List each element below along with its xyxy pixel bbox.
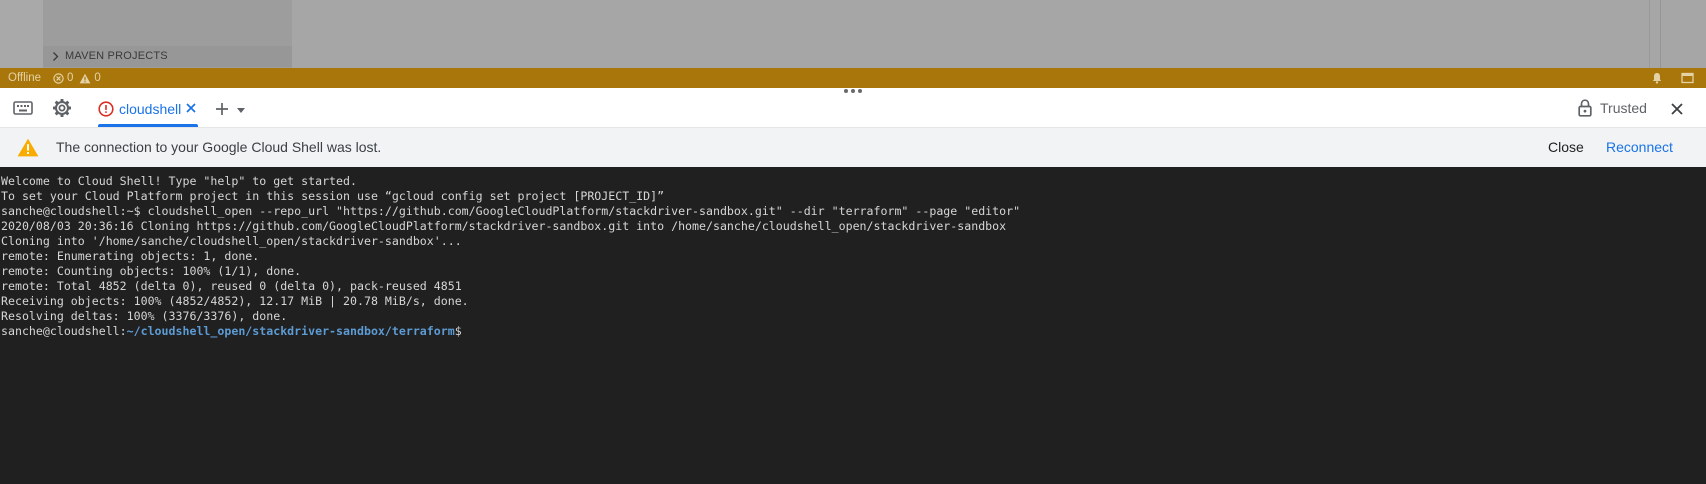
plus-icon[interactable] [215,102,229,116]
maven-projects-header[interactable]: MAVEN PROJECTS [43,46,292,67]
maven-projects-label: MAVEN PROJECTS [65,50,168,62]
chevron-down-icon[interactable] [237,108,245,113]
connection-lost-banner: The connection to your Google Cloud Shel… [0,128,1706,167]
error-icon [98,101,114,117]
panel-divider [1660,0,1661,68]
warning-icon [80,73,91,83]
terminal-line: Resolving deltas: 100% (3376/3376), done… [1,309,288,323]
chevron-right-icon [53,52,59,61]
terminal-line: Receiving objects: 100% (4852/4852), 12.… [1,294,469,308]
tab-label: cloudshell [119,101,182,117]
terminal-line: Welcome to Cloud Shell! Type "help" to g… [1,174,357,188]
error-icon [53,72,64,84]
terminal-prompt: sanche@cloudshell:~/cloudshell_open/stac… [1,324,1020,339]
resize-handle[interactable] [844,89,862,93]
tab-cloudshell[interactable]: cloudshell [97,88,199,127]
lock-icon [1578,98,1592,117]
prompt-path: ~/cloudshell_open/stackdriver-sandbox/te… [126,324,455,338]
status-bar: Offline 0 0 [0,68,1706,88]
reconnect-button[interactable]: Reconnect [1606,139,1673,155]
terminal-line: remote: Counting objects: 100% (1/1), do… [1,264,302,278]
terminal-line: To set your Cloud Platform project in th… [1,189,665,203]
terminal[interactable]: Welcome to Cloud Shell! Type "help" to g… [0,167,1706,484]
prompt-suffix: $ [454,324,462,338]
warning-count: 0 [94,72,101,84]
close-icon[interactable] [1671,103,1683,115]
right-panel [1649,0,1706,68]
terminal-line: remote: Enumerating objects: 1, done. [1,249,260,263]
error-count: 0 [67,72,74,84]
terminal-line: remote: Total 4852 (delta 0), reused 0 (… [1,279,462,293]
warning-icon [17,138,39,157]
toggle-panel-icon[interactable] [1681,72,1694,84]
close-button[interactable]: Close [1548,139,1584,155]
terminal-output: Welcome to Cloud Shell! Type "help" to g… [1,174,1020,339]
trusted-label: Trusted [1600,99,1647,116]
prompt-user: sanche@cloudshell: [1,324,127,338]
cloud-shell-toolbar: cloudshell Trusted [0,88,1706,128]
gear-icon[interactable] [52,98,72,118]
terminal-line: Cloning into '/home/sanche/cloudshell_op… [1,234,462,248]
terminal-line: sanche@cloudshell:~$ cloudshell_open --r… [1,204,1021,218]
keyboard-icon[interactable] [13,101,33,115]
active-tab-indicator [98,124,198,127]
close-icon[interactable] [186,103,196,113]
activity-bar [0,0,43,68]
bell-icon[interactable] [1651,72,1663,84]
terminal-line: 2020/08/03 20:36:16 Cloning https://gith… [1,219,1007,233]
problems-indicator[interactable]: 0 0 [53,68,101,88]
trusted-indicator[interactable]: Trusted [1578,88,1647,127]
offline-status[interactable]: Offline [8,68,41,88]
banner-message: The connection to your Google Cloud Shel… [56,139,382,155]
